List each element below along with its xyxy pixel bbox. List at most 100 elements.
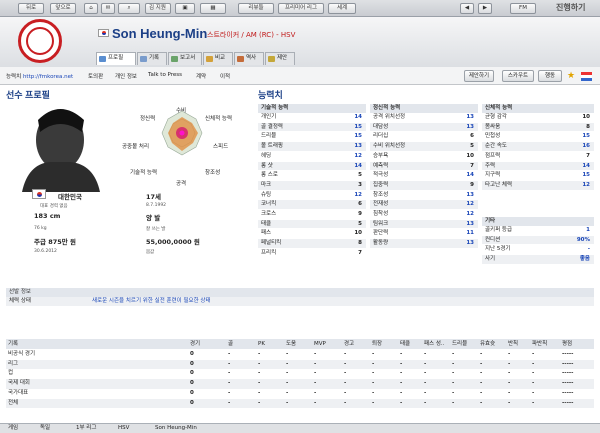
history-icon: [237, 56, 244, 62]
stats-cell: -: [258, 389, 261, 396]
attribute-row: 크로스 9: [258, 210, 366, 220]
attribute-row: 컨디션 90%: [482, 235, 594, 246]
stats-cell: 0: [190, 389, 194, 396]
next-button[interactable]: ▶: [478, 3, 492, 14]
report-card-icon[interactable]: [581, 72, 592, 81]
attribute-label: 컨디션: [485, 236, 501, 243]
reviews-menu[interactable]: 리뷰들: [238, 3, 274, 14]
stats-cell: -: [344, 370, 347, 377]
stats-row: 컵 0- - - - - - - - - - - - -----: [6, 369, 594, 379]
attribute-row: 균형 감각 10: [482, 113, 594, 123]
attribute-label: 마크: [261, 181, 272, 188]
attribute-row: 마크 3: [258, 180, 366, 191]
attribute-value: 13: [466, 220, 474, 227]
attribute-label: 민첩성: [485, 133, 501, 140]
crumb-game[interactable]: 게임: [8, 424, 18, 433]
tab-history[interactable]: 역사: [234, 52, 264, 65]
attribute-label: 활동량: [373, 240, 389, 247]
stats-column-header: 경고: [344, 341, 355, 347]
stats-cell: -: [424, 389, 427, 396]
attribute-label: 타고난 체력: [485, 181, 513, 188]
scout-button[interactable]: 스카우트: [502, 70, 534, 82]
action-button[interactable]: 행동: [538, 70, 562, 82]
link-forum[interactable]: 토의판: [88, 72, 103, 80]
stats-cell: -: [452, 380, 455, 387]
tab-compare[interactable]: 비교: [203, 52, 233, 65]
home-button[interactable]: ⌂: [84, 3, 98, 14]
stats-row: 비공식 경기 0- - - - - - - - - - - - -----: [6, 350, 594, 360]
attribute-row: 슈팅 12: [258, 191, 366, 201]
stats-cell: -: [480, 399, 483, 406]
player-photo: [22, 109, 100, 192]
stats-cell: -: [286, 380, 289, 387]
link-talk-to-press[interactable]: Talk to Press: [148, 72, 182, 78]
link-transfer[interactable]: 이적: [220, 72, 230, 80]
stats-cell: -: [372, 370, 375, 377]
tab-report[interactable]: 보고서: [168, 52, 202, 65]
attribute-row: 롱 샷 14: [258, 161, 366, 172]
squad-menu[interactable]: 김 지원: [145, 3, 171, 14]
stats-cell: -: [286, 370, 289, 377]
radar-label-aerial: 공중볼 처리: [122, 144, 150, 150]
fm-menu[interactable]: FM: [510, 3, 536, 14]
attribute-value: 5: [358, 172, 362, 179]
attribute-value: 5: [358, 220, 362, 227]
stats-cell: -: [314, 351, 317, 357]
club-icon: ▣: [182, 5, 188, 11]
league-menu[interactable]: 프리미어 리그: [278, 3, 324, 14]
stats-column-header: 패스 성..: [424, 341, 445, 347]
stats-cell: -: [452, 351, 455, 357]
tab-records[interactable]: 기록: [137, 52, 167, 65]
calendar-button[interactable]: ▦: [200, 3, 226, 14]
continue-button[interactable]: 진행하기: [556, 2, 585, 13]
search-button[interactable]: ⌕: [118, 3, 140, 14]
misc-header: 기타: [482, 217, 594, 226]
attribute-row: 볼 트래핑 13: [258, 142, 366, 152]
prev-button[interactable]: ◀: [460, 3, 474, 14]
back-button[interactable]: 뒤로: [18, 3, 44, 14]
stats-cell: -: [228, 380, 231, 387]
stats-cell: -: [480, 380, 483, 387]
attribute-value: 7: [586, 152, 590, 159]
link-personal-info[interactable]: 개인 정보: [115, 72, 137, 80]
player-position: 스트라이커 / AM (RC) - HSV: [207, 31, 296, 39]
arrow-left-icon: ◀: [464, 5, 470, 11]
attribute-row: 코너킥 6: [258, 200, 366, 210]
attribute-value: 7: [470, 162, 474, 169]
club-menu[interactable]: ▣: [175, 3, 195, 14]
stats-cell: -: [372, 380, 375, 387]
link-contract[interactable]: 계약: [196, 72, 206, 80]
attribute-value: 12: [466, 201, 474, 208]
crumb-country[interactable]: 독일: [40, 424, 50, 433]
stats-cell: -----: [562, 399, 574, 406]
radar-label-defense: 수비: [176, 108, 187, 114]
stats-cell: 0: [190, 380, 194, 387]
stats-column-header: 퇴장: [372, 341, 383, 347]
inbox-button[interactable]: ✉: [101, 3, 115, 14]
stats-header-row: 기록 경기 골 PK 도움 MVP 경고 퇴장 태클 패스 성.. 드리블 유효슛 반칙 파반칙 평점: [6, 339, 594, 349]
stats-cell: 국가대표: [8, 389, 29, 396]
tab-offer[interactable]: 제안: [265, 52, 295, 65]
attribute-label: 볼 트래핑: [261, 143, 283, 150]
crumb-player[interactable]: Son Heung-Min: [155, 424, 197, 433]
forward-button[interactable]: 앞으로: [50, 3, 76, 14]
search-icon: ⌕: [127, 5, 131, 11]
attribute-row: 팀워크 13: [370, 219, 478, 230]
crumb-league[interactable]: 1부 리그: [76, 424, 96, 433]
make-offer-button[interactable]: 제안하기: [464, 70, 494, 82]
preferred-foot: 양 발: [146, 214, 161, 222]
attribute-row: 사기 좋음: [482, 255, 594, 265]
date-of-birth: 8.7.1992: [146, 203, 167, 208]
world-menu[interactable]: 세계: [328, 3, 356, 14]
attribute-row: 주력 14: [482, 161, 594, 172]
attribute-row: 패스 10: [258, 229, 366, 240]
star-icon[interactable]: ★: [567, 71, 575, 81]
crumb-club[interactable]: HSV: [118, 424, 129, 433]
attribute-value: 13: [354, 143, 362, 150]
tab-profile[interactable]: 프로필: [96, 52, 136, 65]
stats-cell: -: [344, 380, 347, 387]
attribute-label: 공격 위치선정: [373, 114, 406, 120]
stats-row: 국가대표 0- - - - - - - - - - - - -----: [6, 389, 594, 399]
attribute-label: 균형 감각: [485, 114, 507, 120]
attribute-value: 9: [470, 181, 474, 188]
